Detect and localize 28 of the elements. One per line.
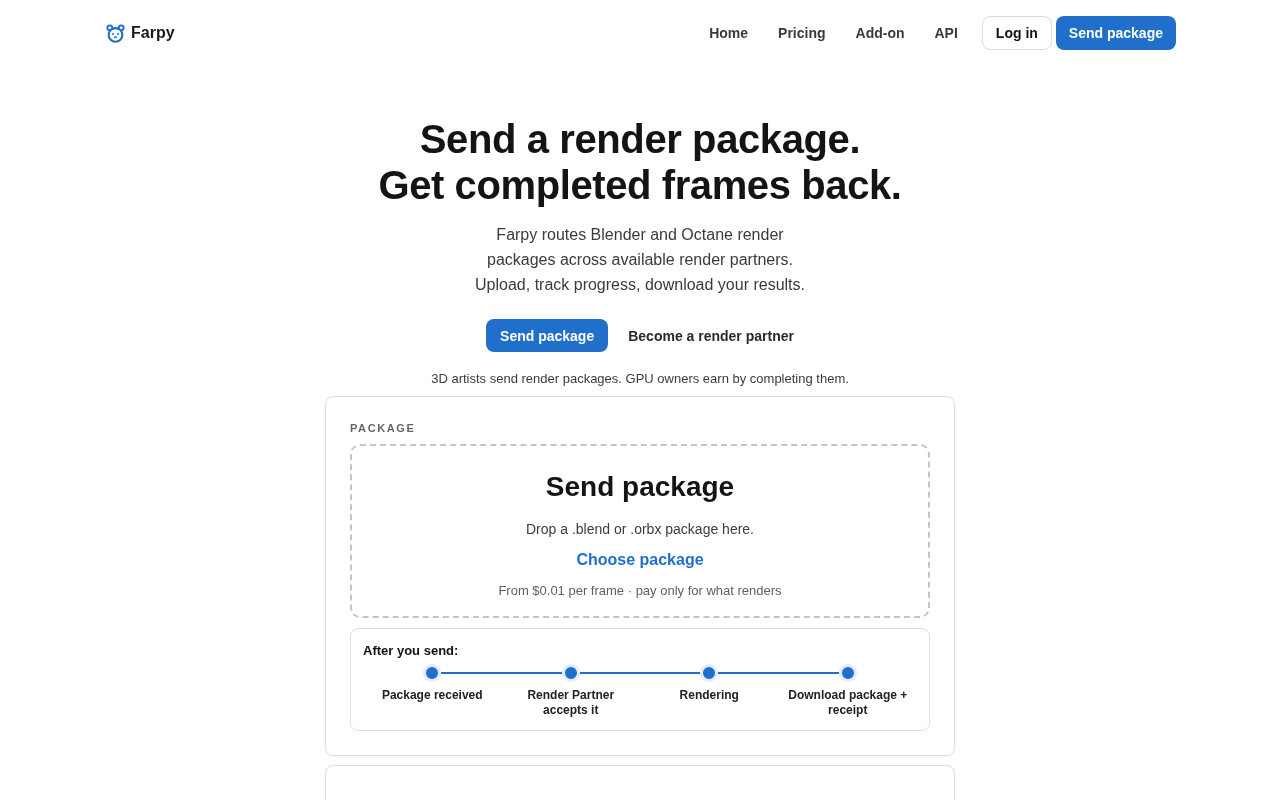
nav-link[interactable]: Pricing [778,25,826,41]
step-dot-icon [561,664,580,682]
send-package-button[interactable]: Send package [486,319,609,352]
nav-link[interactable]: Add-on [855,25,905,41]
send-package-button[interactable]: Send package [1055,16,1176,50]
step-label: Render Partner accepts it [526,688,616,718]
section-label: PACKAGE [350,421,417,435]
login-button[interactable]: Log in [981,16,1052,50]
dropzone-title: Send package [545,470,735,504]
step-dot-icon [838,664,857,682]
brand-name[interactable]: Farpy [131,24,175,42]
step-label: Package received [380,688,484,704]
hero-title: Send a render package. Get completed frames back. [378,116,902,208]
step-dot-icon [423,664,442,682]
hero-subtitle: Farpy routes Blender and Octane render packages across available render partners. Upload, track progress, download your results. [475,225,805,295]
choose-package-link[interactable]: Choose package [576,549,704,571]
step-label: Rendering [678,688,740,704]
dropzone-hint: Drop a .blend or .orbx package here. [526,520,754,538]
tagline: 3D artists send render packages. GPU owners earn by completing them. [431,370,849,388]
price-note: From $0.01 per frame · pay only for what renders [498,583,782,599]
steps-title: After you send: [363,643,460,659]
become-partner-link[interactable]: Become a render partner [628,327,794,344]
drop-zone[interactable]: Send package Drop a .blend or .orbx package here. Choose package From $0.01 per frame · pay only for what renders [350,444,930,618]
nav-link[interactable]: API [934,25,958,41]
nav-link[interactable]: Home [709,25,749,41]
step-label: Download package + receipt [787,688,909,718]
bear-logo-icon [106,23,125,43]
step-dot-icon [700,664,719,682]
